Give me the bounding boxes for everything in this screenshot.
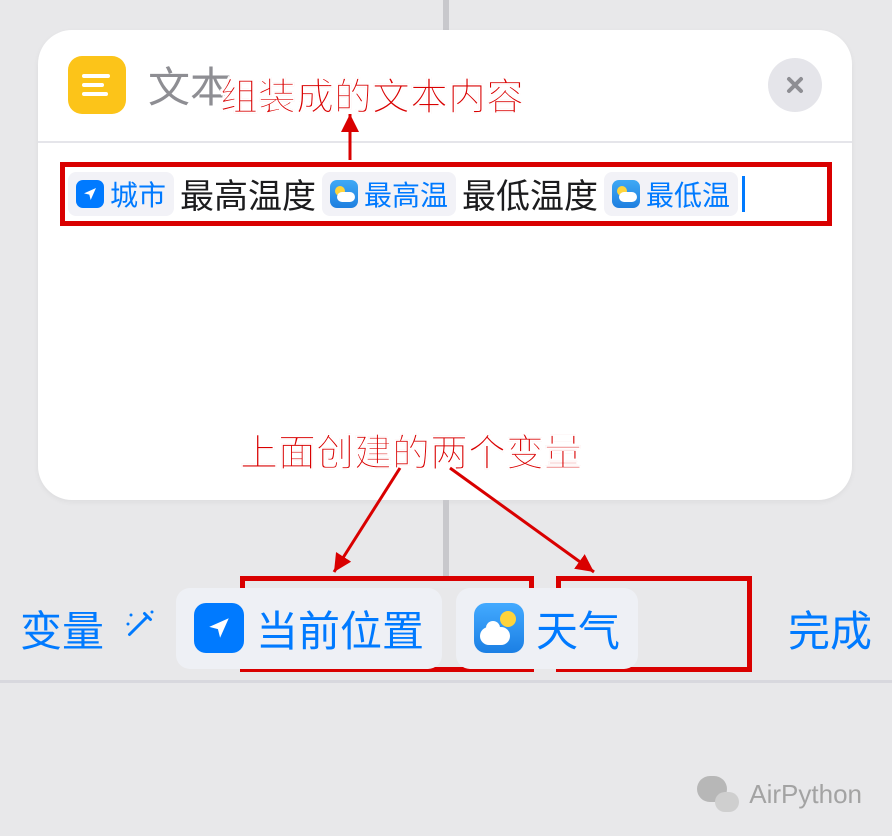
chip-label: 天气 [536, 598, 620, 659]
magic-wand-icon[interactable] [118, 606, 162, 650]
weather-icon [474, 603, 524, 653]
card-body[interactable]: 城市 最高温度 最高温 最低温度 最低温 [38, 141, 852, 244]
token-label: 城市 [110, 174, 166, 214]
text-action-card: 文本 城市 最高温度 最高温 最低温度 [38, 30, 852, 500]
static-text: 最高温度 [178, 169, 318, 218]
token-label: 最高温 [364, 174, 448, 214]
location-icon [76, 180, 104, 208]
toolbar-var-label[interactable]: 变量 [20, 598, 104, 659]
close-icon [783, 73, 807, 97]
done-button[interactable]: 完成 [788, 598, 872, 659]
token-label: 最低温 [646, 174, 730, 214]
text-action-icon [68, 56, 126, 114]
chip-label: 当前位置 [256, 598, 424, 659]
variable-token-city[interactable]: 城市 [68, 172, 174, 216]
weather-icon [330, 180, 358, 208]
text-token-row[interactable]: 城市 最高温度 最高温 最低温度 最低温 [68, 169, 822, 218]
card-header: 文本 [38, 30, 852, 131]
weather-icon [612, 180, 640, 208]
close-button[interactable] [768, 58, 822, 112]
card-title: 文本 [148, 54, 232, 115]
wechat-watermark: AirPython [697, 776, 862, 812]
variable-token-low-temp[interactable]: 最低温 [604, 172, 738, 216]
toolbar-divider [0, 680, 892, 683]
connector-line-top [443, 0, 449, 30]
watermark-label: AirPython [749, 779, 862, 810]
location-icon [194, 603, 244, 653]
wechat-icon [697, 776, 739, 812]
connector-line-bottom [443, 500, 449, 580]
variable-token-high-temp[interactable]: 最高温 [322, 172, 456, 216]
variables-toolbar: 变量 当前位置 天气 完成 [0, 580, 892, 676]
variable-chip-current-location[interactable]: 当前位置 [176, 588, 442, 669]
variable-chip-weather[interactable]: 天气 [456, 588, 638, 669]
static-text: 最低温度 [460, 169, 600, 218]
text-cursor [742, 176, 745, 212]
